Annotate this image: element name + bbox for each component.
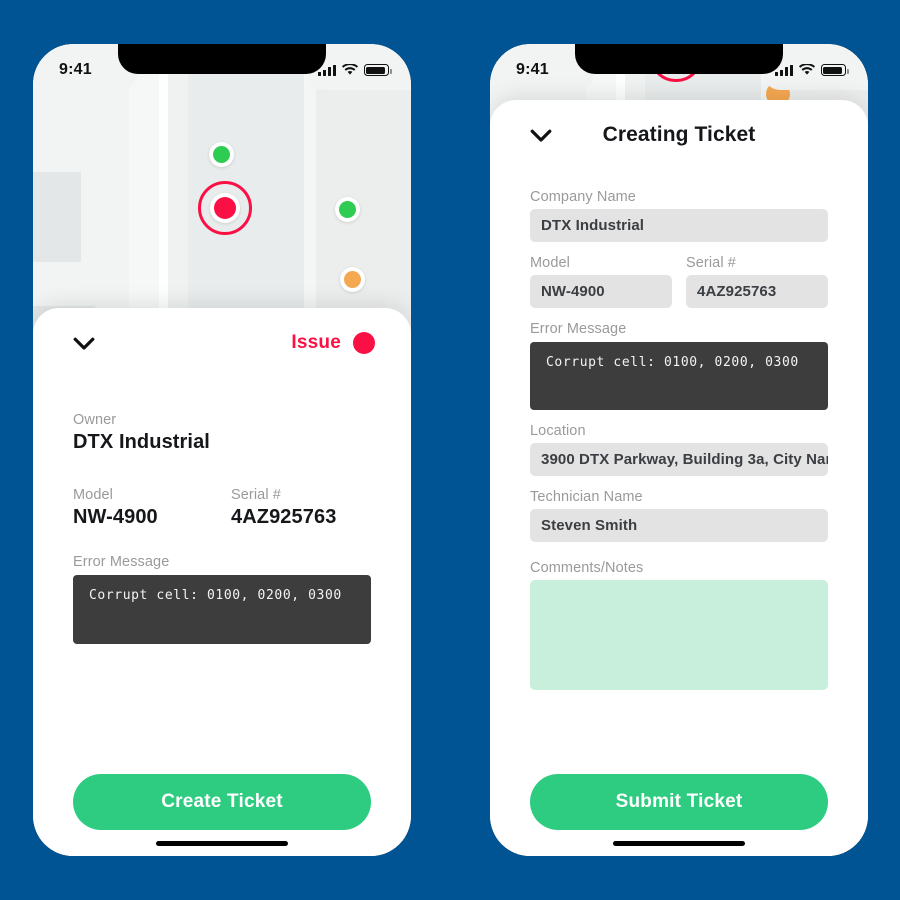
- phone-screen-left: 9:41 Issue Owner DTX Industrial Model NW…: [33, 44, 411, 856]
- serial-value: 4AZ925763: [231, 506, 337, 528]
- pin-dot: [213, 146, 230, 163]
- company-name-label: Company Name: [530, 189, 636, 205]
- serial-value: 4AZ925763: [697, 283, 777, 300]
- status-badge: Issue: [291, 332, 375, 354]
- location-group: Location 3900 DTX Parkway, Building 3a, …: [530, 423, 828, 476]
- model-value: NW-4900: [73, 506, 158, 528]
- company-name-value: DTX Industrial: [541, 217, 645, 234]
- location-field[interactable]: 3900 DTX Parkway, Building 3a, City Name: [530, 443, 828, 476]
- error-message-text: Corrupt cell: 0100, 0200, 0300: [89, 588, 342, 603]
- company-name-field[interactable]: DTX Industrial: [530, 209, 828, 242]
- phone-device-left: 9:41 Issue Owner DTX Industrial Model NW…: [33, 44, 411, 856]
- comments-notes-label: Comments/Notes: [530, 560, 644, 576]
- serial-field[interactable]: 4AZ925763: [686, 275, 828, 308]
- status-badge-label: Issue: [291, 332, 341, 353]
- model-serial-row: Model NW-4900 Serial # 4AZ925763: [530, 255, 828, 308]
- error-message-text: Corrupt cell: 0100, 0200, 0300: [546, 355, 799, 370]
- owner-value: DTX Industrial: [73, 431, 210, 453]
- map-pin-warning[interactable]: [340, 267, 365, 292]
- technician-name-value: Steven Smith: [541, 517, 638, 534]
- issue-status-dot: [353, 332, 375, 354]
- technician-name-group: Technician Name Steven Smith: [530, 489, 828, 542]
- serial-group: Serial # 4AZ925763: [231, 487, 336, 529]
- company-name-group: Company Name DTX Industrial: [530, 189, 828, 242]
- technician-name-label: Technician Name: [530, 489, 643, 505]
- owner-label: Owner: [73, 412, 117, 428]
- serial-label: Serial #: [686, 255, 736, 271]
- model-value: NW-4900: [541, 283, 605, 300]
- error-message-label: Error Message: [530, 321, 627, 337]
- map-pin-ok[interactable]: [209, 142, 234, 167]
- creating-ticket-sheet: Creating Ticket Company Name DTX Industr…: [490, 100, 868, 856]
- model-group: Model NW-4900: [73, 487, 231, 529]
- map-building: [33, 172, 81, 262]
- screenshot-canvas: 9:41 Issue Owner DTX Industrial Model NW…: [0, 0, 900, 900]
- pin-dot: [214, 197, 236, 219]
- pin-dot: [344, 271, 361, 288]
- detail-sheet-body: Owner DTX Industrial Model NW-4900 Seria…: [33, 358, 411, 774]
- serial-group: Serial # 4AZ925763: [686, 255, 828, 308]
- location-label: Location: [530, 423, 586, 439]
- device-notch: [118, 44, 326, 74]
- home-indicator: [613, 841, 745, 846]
- model-label: Model: [530, 255, 570, 271]
- asset-detail-sheet: Issue Owner DTX Industrial Model NW-4900: [33, 308, 411, 856]
- serial-label: Serial #: [231, 487, 281, 503]
- pin-dot: [339, 201, 356, 218]
- create-ticket-button[interactable]: Create Ticket: [73, 774, 371, 830]
- comments-notes-group: Comments/Notes: [530, 560, 828, 690]
- detail-sheet-header: Issue: [33, 308, 411, 358]
- chevron-down-icon[interactable]: [69, 328, 99, 358]
- model-serial-row: Model NW-4900 Serial # 4AZ925763: [73, 487, 371, 529]
- device-notch: [575, 44, 783, 74]
- model-field[interactable]: NW-4900: [530, 275, 672, 308]
- model-label: Model: [73, 487, 113, 503]
- error-message-label: Error Message: [73, 554, 170, 570]
- error-message-group: Error Message Corrupt cell: 0100, 0200, …: [530, 321, 828, 410]
- location-value: 3900 DTX Parkway, Building 3a, City Name: [541, 451, 828, 468]
- error-message-group: Error Message Corrupt cell: 0100, 0200, …: [73, 554, 371, 644]
- model-group: Model NW-4900: [530, 255, 672, 308]
- ticket-form: Company Name DTX Industrial Model NW-490…: [490, 150, 868, 774]
- comments-notes-textarea[interactable]: [530, 580, 828, 690]
- technician-name-field[interactable]: Steven Smith: [530, 509, 828, 542]
- creating-sheet-header: Creating Ticket: [490, 100, 868, 150]
- home-indicator: [156, 841, 288, 846]
- chevron-down-icon[interactable]: [526, 120, 556, 150]
- phone-device-right: 9:41 Creating Ticket Company Name DTX In…: [490, 44, 868, 856]
- error-message-console: Corrupt cell: 0100, 0200, 0300: [73, 575, 371, 644]
- map-pin-selected-issue[interactable]: [210, 193, 240, 223]
- map-pin-ok[interactable]: [335, 197, 360, 222]
- submit-ticket-button[interactable]: Submit Ticket: [530, 774, 828, 830]
- error-message-console: Corrupt cell: 0100, 0200, 0300: [530, 342, 828, 410]
- phone-screen-right: 9:41 Creating Ticket Company Name DTX In…: [490, 44, 868, 856]
- owner-group: Owner DTX Industrial: [73, 412, 371, 454]
